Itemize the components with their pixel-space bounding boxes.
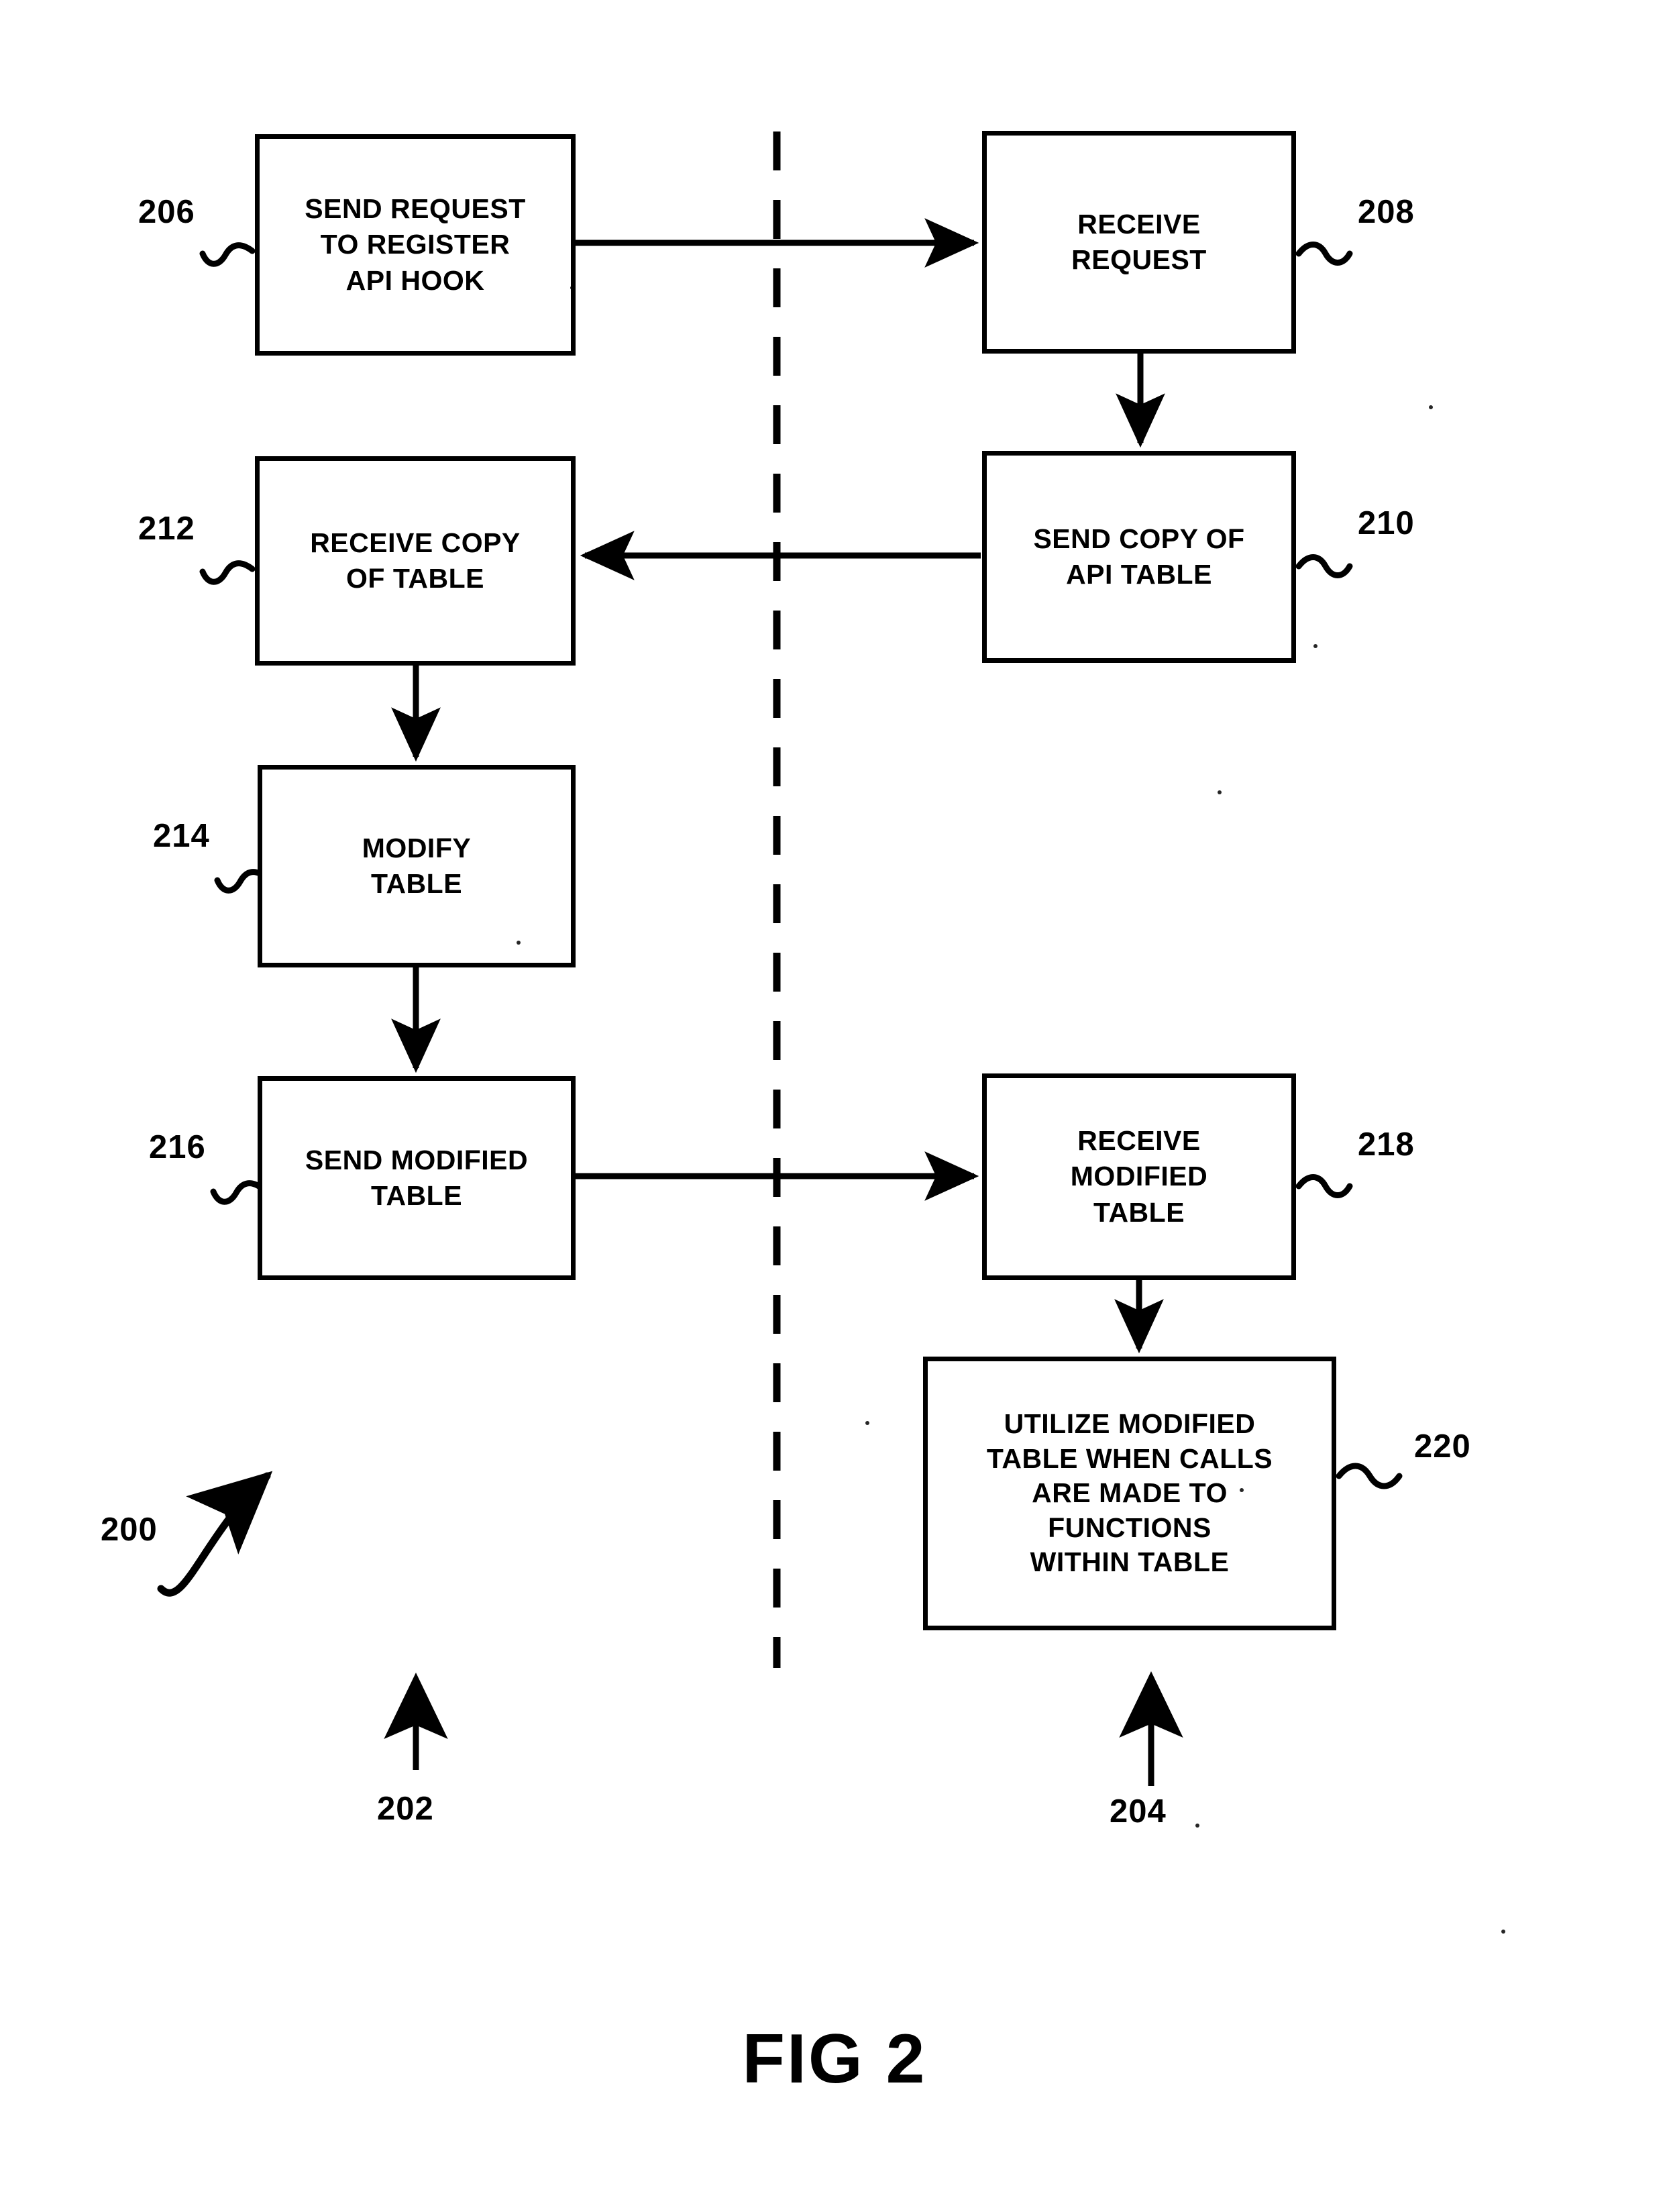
scan-speck [1195,1824,1199,1828]
connector-layer [157,131,1403,1786]
process-box-modify-table[interactable]: MODIFY TABLE [258,765,576,967]
reference-numeral-206: 206 [138,194,195,230]
process-box-receive-request[interactable]: RECEIVE REQUEST [982,131,1296,354]
process-box-label: RECEIVE REQUEST [1071,208,1207,275]
scan-speck [1501,1930,1505,1934]
reference-numeral-204: 204 [1110,1793,1167,1830]
process-box-send-modified-table[interactable]: SEND MODIFIED TABLE [258,1076,576,1280]
leader-216 [210,1180,266,1205]
process-box-label: MODIFY TABLE [362,832,472,899]
scan-speck [1429,405,1433,409]
scan-speck [1218,790,1222,794]
reference-numeral-214: 214 [153,818,210,854]
process-box-send-copy-of-api-table[interactable]: SEND COPY OF API TABLE [982,451,1296,663]
figure-pointer-200 [157,1471,273,1597]
leader-206 [199,242,256,267]
reference-numeral-212: 212 [138,511,195,547]
scan-speck [570,286,574,290]
process-box-send-request-to-register-api-hook[interactable]: SEND REQUEST TO REGISTER API HOOK [255,134,576,356]
reference-numeral-210: 210 [1358,505,1415,541]
reference-numeral-216: 216 [149,1129,206,1165]
process-box-label: RECEIVE MODIFIED TABLE [1070,1125,1208,1228]
scan-speck [1240,1488,1244,1492]
reference-numeral-202: 202 [377,1791,434,1827]
process-box-label: UTILIZE MODIFIED TABLE WHEN CALLS ARE MA… [986,1408,1273,1578]
process-box-label: SEND REQUEST TO REGISTER API HOOK [305,193,526,296]
reference-numeral-200: 200 [101,1512,158,1548]
leader-218 [1295,1174,1353,1198]
scan-speck [865,1421,869,1425]
leader-208 [1295,242,1353,266]
patent-figure-page: SEND REQUEST TO REGISTER API HOOK RECEIV… [0,0,1669,2212]
process-box-receive-copy-of-table[interactable]: RECEIVE COPY OF TABLE [255,456,576,666]
scan-speck [1313,644,1317,648]
process-box-label: RECEIVE COPY OF TABLE [310,527,521,594]
scan-speck [517,941,521,945]
reference-numeral-220: 220 [1414,1428,1471,1465]
leader-220 [1336,1463,1403,1489]
process-box-label: SEND COPY OF API TABLE [1033,523,1245,590]
leader-212 [199,560,256,585]
reference-numeral-218: 218 [1358,1126,1415,1163]
process-box-receive-modified-table[interactable]: RECEIVE MODIFIED TABLE [982,1073,1296,1280]
reference-numeral-208: 208 [1358,194,1415,230]
leader-210 [1295,554,1353,578]
process-box-label: SEND MODIFIED TABLE [305,1144,529,1211]
process-box-utilize-modified-table[interactable]: UTILIZE MODIFIED TABLE WHEN CALLS ARE MA… [923,1357,1336,1630]
figure-caption: FIG 2 [742,2020,927,2098]
